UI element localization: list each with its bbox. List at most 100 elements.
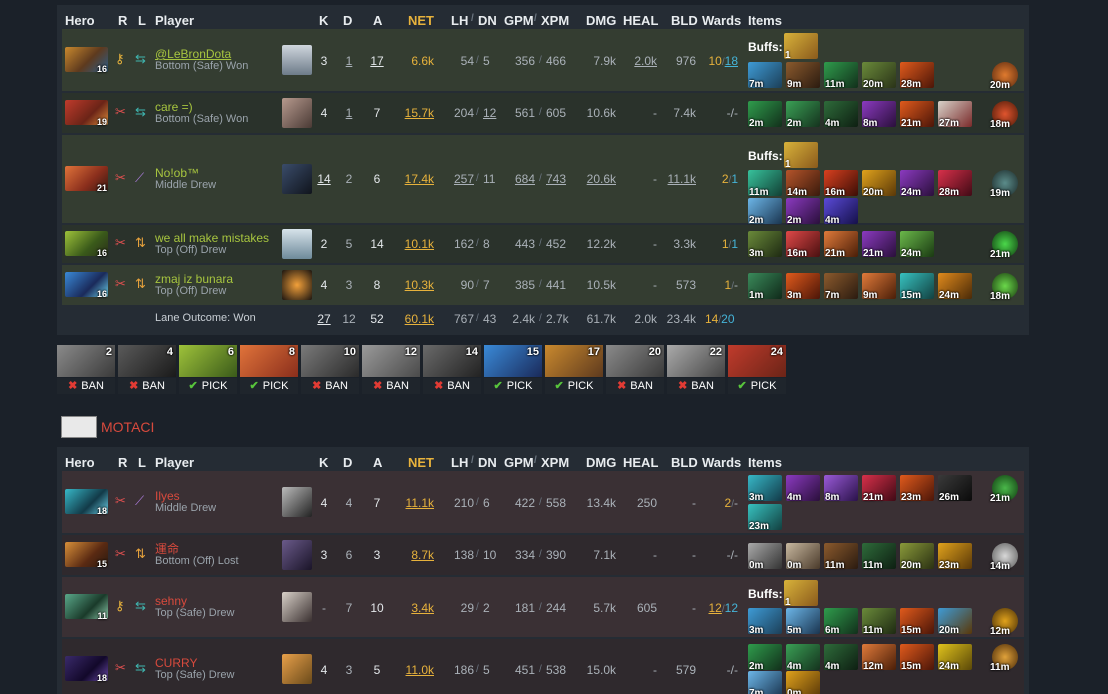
- lh-header[interactable]: LH: [451, 13, 468, 28]
- player-name[interactable]: 運命: [155, 543, 239, 555]
- wards-header[interactable]: Wards: [702, 13, 741, 28]
- aghanims-shard-buff-icon[interactable]: 1: [784, 142, 818, 170]
- player-name[interactable]: No!ob™: [155, 167, 216, 179]
- player-name[interactable]: @LeBronDota: [155, 48, 248, 60]
- item-icon[interactable]: 23m: [900, 475, 934, 503]
- hero-portrait[interactable]: 18: [65, 489, 108, 516]
- hero-header[interactable]: Hero: [65, 13, 95, 28]
- item-icon[interactable]: 4m: [824, 101, 858, 129]
- dmg-header[interactable]: DMG: [586, 13, 616, 28]
- draft-slot[interactable]: 6 ✔ PICK: [179, 345, 237, 394]
- neutral-item-icon[interactable]: 18m: [990, 273, 1018, 302]
- item-icon[interactable]: 16m: [824, 170, 858, 198]
- draft-slot[interactable]: 17 ✔ PICK: [545, 345, 603, 394]
- avatar[interactable]: [282, 592, 312, 622]
- aghanims-shard-buff-icon[interactable]: 1: [784, 33, 818, 61]
- wards-cell[interactable]: 12/12: [709, 601, 739, 615]
- item-icon[interactable]: 16m: [786, 231, 820, 259]
- player-name[interactable]: care =): [155, 101, 248, 113]
- item-icon[interactable]: 27m: [938, 101, 972, 129]
- item-icon[interactable]: 28m: [938, 170, 972, 198]
- item-icon[interactable]: 9m: [786, 62, 820, 90]
- draft-slot[interactable]: 2 ✖ BAN: [57, 345, 115, 394]
- item-icon[interactable]: 15m: [900, 273, 934, 301]
- item-icon[interactable]: 21m: [824, 231, 858, 259]
- neutral-item-icon[interactable]: 11m: [990, 644, 1018, 673]
- hero-portrait[interactable]: 19: [65, 100, 108, 127]
- avatar[interactable]: [282, 98, 312, 128]
- item-icon[interactable]: 0m: [786, 671, 820, 694]
- item-icon[interactable]: 28m: [900, 62, 934, 90]
- item-icon[interactable]: 4m: [786, 475, 820, 503]
- item-icon[interactable]: 3m: [748, 231, 782, 259]
- wards-cell[interactable]: 2/-: [725, 496, 738, 510]
- assists-header[interactable]: A: [373, 13, 382, 28]
- bld-header[interactable]: BLD: [671, 13, 698, 28]
- hero-portrait[interactable]: 11: [65, 594, 108, 621]
- item-icon[interactable]: 20m: [862, 62, 896, 90]
- item-icon[interactable]: 20m: [900, 543, 934, 571]
- item-icon[interactable]: 15m: [900, 608, 934, 636]
- draft-slot[interactable]: 8 ✔ PICK: [240, 345, 298, 394]
- draft-slot[interactable]: 12 ✖ BAN: [362, 345, 420, 394]
- avatar[interactable]: [282, 487, 312, 517]
- neutral-item-icon[interactable]: 14m: [990, 543, 1018, 572]
- player-name[interactable]: Ilyes: [155, 490, 216, 502]
- hero-portrait[interactable]: 16: [65, 272, 108, 299]
- hero-portrait[interactable]: 16: [65, 231, 108, 258]
- item-icon[interactable]: 1m: [748, 273, 782, 301]
- player-name[interactable]: zmaj iz bunara: [155, 273, 233, 285]
- item-icon[interactable]: 7m: [748, 671, 782, 694]
- item-icon[interactable]: 26m: [938, 475, 972, 503]
- hero-portrait[interactable]: 16: [65, 47, 108, 74]
- net-header[interactable]: NET: [408, 13, 434, 28]
- draft-slot[interactable]: 15 ✔ PICK: [484, 345, 542, 394]
- neutral-item-icon[interactable]: 19m: [990, 170, 1018, 199]
- player-name[interactable]: CURRY: [155, 657, 234, 669]
- hero-portrait[interactable]: 15: [65, 542, 108, 569]
- avatar[interactable]: [282, 45, 312, 75]
- role-header[interactable]: R: [118, 13, 127, 28]
- player-name[interactable]: we all make mistakes: [155, 232, 269, 244]
- item-icon[interactable]: 8m: [862, 101, 896, 129]
- avatar[interactable]: [282, 229, 312, 259]
- avatar[interactable]: [282, 540, 312, 570]
- hero-portrait[interactable]: 18: [65, 656, 108, 683]
- item-icon[interactable]: 20m: [938, 608, 972, 636]
- neutral-item-icon[interactable]: 20m: [990, 62, 1018, 91]
- item-icon[interactable]: 11m: [862, 543, 896, 571]
- item-icon[interactable]: 21m: [862, 231, 896, 259]
- item-icon[interactable]: 15m: [900, 644, 934, 672]
- item-icon[interactable]: 20m: [862, 170, 896, 198]
- item-icon[interactable]: 21m: [862, 475, 896, 503]
- neutral-item-icon[interactable]: 21m: [990, 231, 1018, 260]
- item-icon[interactable]: 3m: [786, 273, 820, 301]
- item-icon[interactable]: 4m: [786, 644, 820, 672]
- item-icon[interactable]: 11m: [824, 62, 858, 90]
- item-icon[interactable]: 2m: [748, 198, 782, 226]
- item-icon[interactable]: 7m: [748, 62, 782, 90]
- neutral-item-icon[interactable]: 21m: [990, 475, 1018, 504]
- item-icon[interactable]: 7m: [824, 273, 858, 301]
- item-icon[interactable]: 3m: [748, 608, 782, 636]
- item-icon[interactable]: 11m: [862, 608, 896, 636]
- gpm-header[interactable]: GPM: [504, 13, 534, 28]
- item-icon[interactable]: 0m: [748, 543, 782, 571]
- item-icon[interactable]: 4m: [824, 198, 858, 226]
- item-icon[interactable]: 11m: [824, 543, 858, 571]
- item-icon[interactable]: 6m: [824, 608, 858, 636]
- item-icon[interactable]: 5m: [786, 608, 820, 636]
- item-icon[interactable]: 14m: [786, 170, 820, 198]
- wards-cell[interactable]: 1/1: [722, 237, 738, 251]
- lane-header[interactable]: L: [138, 13, 146, 28]
- item-icon[interactable]: 24m: [900, 231, 934, 259]
- avatar[interactable]: [282, 164, 312, 194]
- item-icon[interactable]: 4m: [824, 644, 858, 672]
- aghanims-shard-buff-icon[interactable]: 1: [784, 580, 818, 608]
- item-icon[interactable]: 2m: [748, 101, 782, 129]
- dn-header[interactable]: DN: [478, 13, 497, 28]
- hero-portrait[interactable]: 21: [65, 166, 108, 193]
- item-icon[interactable]: 9m: [862, 273, 896, 301]
- xpm-header[interactable]: XPM: [541, 13, 569, 28]
- wards-cell[interactable]: 2/1: [722, 172, 738, 186]
